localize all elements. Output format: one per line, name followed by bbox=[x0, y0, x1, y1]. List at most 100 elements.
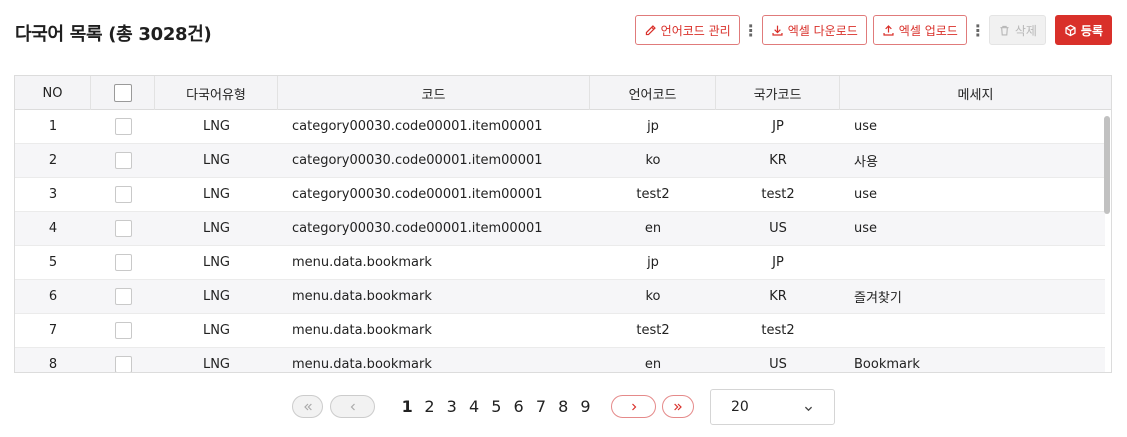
excel-download-button[interactable]: 엑셀 다운로드 bbox=[761, 15, 867, 45]
scrollbar-thumb[interactable] bbox=[1104, 116, 1110, 214]
row-select-cell bbox=[91, 144, 155, 177]
table-row[interactable]: 1 LNG category00030.code00001.item00001 jp J… bbox=[15, 110, 1105, 144]
cell-type: LNG bbox=[202, 153, 231, 168]
column-header-code[interactable]: 코드 bbox=[278, 76, 590, 110]
cell-message: Bookmark bbox=[854, 357, 920, 372]
chevron-left-icon bbox=[350, 403, 355, 410]
row-select-cell bbox=[91, 348, 155, 372]
cell-no: 5 bbox=[48, 255, 58, 270]
page-number[interactable]: 3 bbox=[441, 396, 463, 418]
row-checkbox[interactable] bbox=[114, 152, 132, 169]
cell-code: category00030.code00001.item00001 bbox=[292, 153, 543, 168]
page-number[interactable]: 1 bbox=[396, 396, 418, 418]
page-number[interactable]: 8 bbox=[552, 396, 574, 418]
page-number[interactable]: 9 bbox=[574, 396, 596, 418]
pagination: 123456789 20 bbox=[0, 389, 1127, 425]
cell-type: LNG bbox=[202, 357, 231, 372]
vertical-scrollbar[interactable] bbox=[1103, 110, 1111, 372]
row-checkbox[interactable] bbox=[114, 186, 132, 203]
cell-type: LNG bbox=[202, 323, 231, 338]
page-number[interactable]: 2 bbox=[418, 396, 440, 418]
cell-type: LNG bbox=[202, 187, 231, 202]
select-all-checkbox[interactable] bbox=[113, 84, 132, 102]
table-row[interactable]: 3 LNG category00030.code00001.item00001 tes… bbox=[15, 178, 1105, 212]
cell-type: LNG bbox=[202, 221, 231, 236]
cell-lang: jp bbox=[647, 255, 659, 270]
row-checkbox[interactable] bbox=[114, 288, 132, 305]
upload-icon bbox=[883, 24, 894, 36]
column-header-type[interactable]: 다국어유형 bbox=[155, 76, 278, 110]
double-chevron-left-icon bbox=[303, 403, 312, 410]
cell-code: category00030.code00001.item00001 bbox=[292, 221, 543, 236]
first-page-button[interactable] bbox=[292, 395, 323, 418]
row-checkbox[interactable] bbox=[114, 356, 132, 372]
row-checkbox[interactable] bbox=[114, 118, 132, 135]
table-row[interactable]: 8 LNG menu.data.bookmark en US Bookmark bbox=[15, 348, 1105, 372]
chevron-right-icon bbox=[631, 403, 636, 410]
row-select-cell bbox=[91, 212, 155, 245]
page-number[interactable]: 4 bbox=[463, 396, 485, 418]
row-select-cell bbox=[91, 178, 155, 211]
download-icon bbox=[772, 25, 783, 36]
page-number[interactable]: 6 bbox=[507, 396, 529, 418]
column-header-no[interactable]: NO bbox=[15, 76, 91, 110]
cell-no: 6 bbox=[48, 289, 58, 304]
lang-code-manage-button[interactable]: 언어코드 관리 bbox=[634, 15, 740, 45]
box-icon bbox=[1065, 24, 1076, 36]
table-row[interactable]: 6 LNG menu.data.bookmark ko KR 즐겨찾기 bbox=[15, 280, 1105, 314]
cell-message: 즐겨찾기 bbox=[854, 291, 902, 306]
cell-code: menu.data.bookmark bbox=[292, 289, 432, 304]
excel-download-label: 엑셀 다운로드 bbox=[787, 23, 858, 38]
column-header-country[interactable]: 국가코드 bbox=[716, 76, 840, 110]
more-icon[interactable]: ⋮ bbox=[967, 15, 989, 45]
cell-type: LNG bbox=[202, 119, 231, 134]
row-checkbox[interactable] bbox=[114, 220, 132, 237]
cell-no: 2 bbox=[48, 153, 58, 168]
row-checkbox[interactable] bbox=[114, 322, 132, 339]
cell-no: 7 bbox=[48, 323, 58, 338]
cell-message: use bbox=[854, 221, 878, 236]
cell-type: LNG bbox=[202, 289, 231, 304]
cell-country: test2 bbox=[761, 323, 795, 338]
cell-code: category00030.code00001.item00001 bbox=[292, 119, 543, 134]
cell-code: menu.data.bookmark bbox=[292, 255, 432, 270]
toolbar: 언어코드 관리 ⋮ 엑셀 다운로드 엑셀 업로드 ⋮ 삭제 등록 bbox=[634, 15, 1112, 45]
row-select-cell bbox=[91, 280, 155, 313]
excel-upload-label: 엑셀 업로드 bbox=[898, 23, 958, 38]
cell-no: 4 bbox=[48, 221, 58, 236]
cell-country: KR bbox=[769, 289, 787, 304]
cell-message: use bbox=[854, 119, 878, 134]
language-grid: NO 다국어유형 코드 언어코드 국가코드 메세지 1 LNG category00… bbox=[14, 75, 1112, 373]
page-number[interactable]: 7 bbox=[530, 396, 552, 418]
page-numbers: 123456789 bbox=[396, 396, 597, 418]
cell-lang: ko bbox=[645, 289, 661, 304]
register-button[interactable]: 등록 bbox=[1054, 15, 1112, 45]
cell-lang: en bbox=[644, 221, 662, 236]
more-icon[interactable]: ⋮ bbox=[740, 15, 762, 45]
cell-lang: en bbox=[644, 357, 662, 372]
register-label: 등록 bbox=[1080, 23, 1103, 38]
cell-message bbox=[840, 246, 1105, 279]
column-header-select bbox=[91, 76, 155, 110]
page-size-select[interactable]: 20 bbox=[710, 389, 835, 425]
cell-type: LNG bbox=[202, 255, 231, 270]
cell-country: US bbox=[769, 221, 787, 236]
cell-message bbox=[840, 314, 1105, 347]
table-row[interactable]: 2 LNG category00030.code00001.item00001 ko K… bbox=[15, 144, 1105, 178]
column-header-lang[interactable]: 언어코드 bbox=[590, 76, 716, 110]
column-header-message[interactable]: 메세지 bbox=[840, 76, 1111, 110]
cell-code: menu.data.bookmark bbox=[292, 357, 432, 372]
pencil-icon bbox=[645, 24, 656, 35]
row-checkbox[interactable] bbox=[114, 254, 132, 271]
last-page-button[interactable] bbox=[662, 395, 694, 418]
row-select-cell bbox=[91, 314, 155, 347]
prev-page-button[interactable] bbox=[330, 395, 375, 418]
delete-button[interactable]: 삭제 bbox=[988, 15, 1046, 45]
next-page-button[interactable] bbox=[611, 395, 656, 418]
table-row[interactable]: 7 LNG menu.data.bookmark test2 test2 bbox=[15, 314, 1105, 348]
page-number[interactable]: 5 bbox=[485, 396, 507, 418]
excel-upload-button[interactable]: 엑셀 업로드 bbox=[872, 15, 967, 45]
table-row[interactable]: 5 LNG menu.data.bookmark jp JP bbox=[15, 246, 1105, 280]
lang-code-manage-label: 언어코드 관리 bbox=[660, 23, 731, 38]
table-row[interactable]: 4 LNG category00030.code00001.item00001 en U… bbox=[15, 212, 1105, 246]
